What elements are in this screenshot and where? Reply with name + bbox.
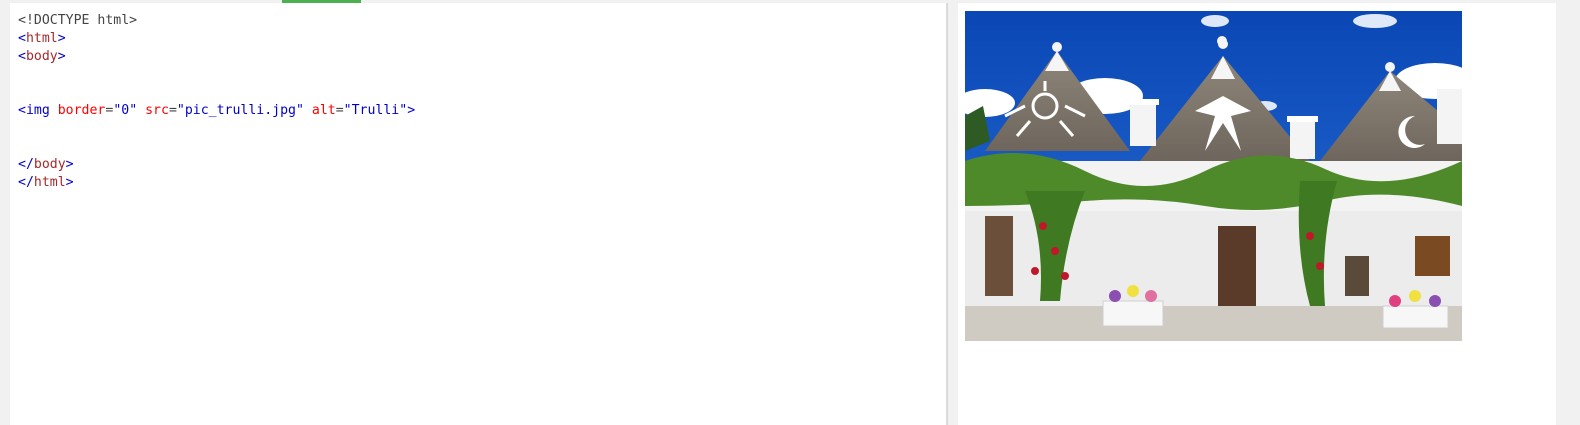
bracket-token: > <box>57 49 66 64</box>
code-text[interactable]: <!DOCTYPE html> <html> <body> <img border="… <box>10 3 946 192</box>
code-line[interactable]: <body> <box>18 48 946 66</box>
code-line[interactable] <box>18 120 946 138</box>
bracket-token: < <box>18 31 26 46</box>
bracket-token: > <box>407 103 416 118</box>
code-editor[interactable]: <!DOCTYPE html> <html> <body> <img border="… <box>10 3 947 425</box>
code-line[interactable] <box>18 66 946 84</box>
result-pane <box>958 3 1568 425</box>
attribute-value-token: "Trulli" <box>343 103 408 118</box>
code-line[interactable]: <!DOCTYPE html> <box>18 12 946 30</box>
attribute-value-token: "0" <box>113 103 138 118</box>
bracket-token: < <box>18 103 26 118</box>
result-scrollbar[interactable] <box>1556 3 1568 425</box>
bracket-token: </ <box>18 157 34 172</box>
bracket-token: < <box>18 49 26 64</box>
attribute-name-token: src <box>145 103 169 118</box>
bracket-token: > <box>65 157 74 172</box>
code-line[interactable]: <html> <box>18 30 946 48</box>
bracket-token: > <box>65 175 74 190</box>
attribute-value-token: "pic_trulli.jpg" <box>176 103 304 118</box>
attribute-name-token: border <box>57 103 106 118</box>
bracket-token: > <box>57 31 66 46</box>
tag-token: body <box>33 157 66 172</box>
doctype-token: <!DOCTYPE html> <box>18 13 138 28</box>
attribute-name-token: alt <box>311 103 336 118</box>
equals-token: = <box>168 103 177 118</box>
code-line[interactable]: </body> <box>18 156 946 174</box>
tag-token: html <box>25 31 58 46</box>
tag-token: html <box>33 175 66 190</box>
equals-token: = <box>335 103 344 118</box>
code-line[interactable]: </html> <box>18 174 946 192</box>
code-line[interactable] <box>18 138 946 156</box>
trulli-photo-icon <box>965 11 1462 341</box>
pane-splitter[interactable] <box>947 3 958 425</box>
tag-token: img <box>25 103 50 118</box>
code-line[interactable]: <img border="0" src="pic_trulli.jpg" alt… <box>18 102 946 120</box>
bracket-token: </ <box>18 175 34 190</box>
code-line[interactable] <box>18 84 946 102</box>
tag-token: body <box>25 49 58 64</box>
